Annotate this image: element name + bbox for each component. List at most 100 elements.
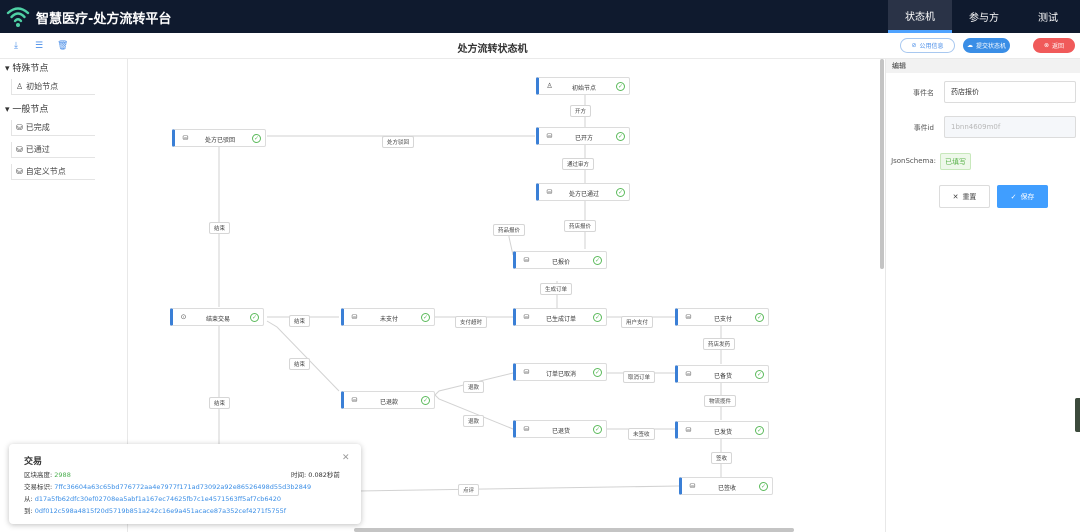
submit-state-machine-button[interactable]: ☁ 提交状态机 — [963, 38, 1010, 53]
cloud-upload-icon: ☁ — [966, 42, 973, 49]
database-icon: ⛁ — [523, 256, 530, 264]
transaction-title: 交易 — [24, 457, 43, 467]
database-icon: ⛁ — [351, 396, 358, 404]
edge-label-review[interactable]: 点评 — [458, 484, 480, 496]
node-quoted[interactable]: ⛁ 已报价 ✓ — [513, 251, 607, 269]
edge-label-pharmacy-quote[interactable]: 药店报价 — [564, 220, 597, 232]
node-initial[interactable]: ♙ 初始节点 ✓ — [536, 77, 630, 95]
edge-label-refund-1[interactable]: 退款 — [463, 381, 485, 393]
palette-completed-node[interactable]: ⛁ 已完成 — [11, 120, 95, 136]
general-nodes-title: 一般节点 — [12, 105, 49, 115]
from-row: 从: d17a5fb62dfc30ef02708ea5abf1a167ec746… — [24, 493, 281, 503]
check-circle-icon: ✓ — [593, 425, 602, 434]
tx-id-row: 交易标识: 7ffc36604a63c65bd776772aa4e7977f17… — [24, 481, 311, 491]
side-drawer-handle[interactable] — [1075, 398, 1080, 432]
from-value[interactable]: d17a5fb62dfc30ef02708ea5abf1a167ec74625f… — [35, 495, 281, 503]
check-circle-icon: ✓ — [755, 370, 764, 379]
node-received[interactable]: ⛁ 已签收 ✓ — [679, 477, 773, 495]
canvas-horizontal-scrollbar[interactable] — [354, 528, 794, 532]
tx-id-value[interactable]: 7ffc36604a63c65bd776772aa4e7977f171ad730… — [54, 483, 311, 491]
editor-toolbar: ⤓ ☰ 🗑 处方流转状态机 ⊘ 公用信息 ☁ 提交状态机 ⊗ 返回 — [0, 33, 1080, 59]
edge-label-not-received[interactable]: 未签收 — [628, 428, 655, 440]
node-opened-label: 已开方 — [574, 135, 593, 142]
edge-label-approve[interactable]: 通过审方 — [562, 158, 595, 170]
tab-state-machine[interactable]: 状态机 — [888, 0, 952, 33]
edge-label-pharmacy-stock[interactable]: 药店发药 — [703, 338, 736, 350]
tab-participants[interactable]: 参与方 — [952, 0, 1016, 33]
node-unpaid-label: 未支付 — [379, 316, 398, 323]
to-key: 到: — [24, 507, 33, 515]
edge-label-logistics[interactable]: 物流揽件 — [704, 395, 737, 407]
node-shipped[interactable]: ⛁ 已发货 ✓ — [675, 421, 769, 439]
check-circle-icon: ✓ — [755, 426, 764, 435]
node-rejected[interactable]: ⛁ 处方已驳回 ✓ — [172, 129, 266, 147]
time-value: 0.082秒前 — [308, 471, 340, 479]
node-ordered[interactable]: ⛁ 已生成订单 ✓ — [513, 308, 607, 326]
edge-label-generate-order[interactable]: 生成订单 — [540, 283, 573, 295]
edge-label-end-3[interactable]: 结束 — [289, 358, 311, 370]
public-info-button[interactable]: ⊘ 公用信息 — [900, 38, 955, 53]
node-paid[interactable]: ⛁ 已支付 ✓ — [675, 308, 769, 326]
event-name-input[interactable]: 药店报价 — [944, 81, 1076, 103]
special-nodes-header[interactable]: ▾ 特殊节点 — [5, 61, 48, 74]
check-circle-icon: ✓ — [755, 313, 764, 322]
node-cancelled[interactable]: ⛁ 订单已取消 ✓ — [513, 363, 607, 381]
edge-label-pay-timeout[interactable]: 支付超时 — [455, 316, 488, 328]
event-id-label: 事件id — [913, 124, 934, 132]
database-icon: ⛁ — [182, 134, 189, 142]
check-circle-icon: ✓ — [593, 256, 602, 265]
check-circle-icon: ✓ — [421, 313, 430, 322]
from-key: 从: — [24, 495, 33, 503]
edge-label-end-1[interactable]: 结束 — [209, 222, 231, 234]
link-icon: ⊘ — [911, 42, 917, 49]
edge-label-sign[interactable]: 签收 — [711, 452, 733, 464]
tab-test[interactable]: 测试 — [1016, 0, 1080, 33]
database-icon: ⛁ — [689, 482, 696, 490]
edge-label-drug-quote[interactable]: 药品报价 — [493, 224, 526, 236]
edit-panel-header: 编辑 — [886, 59, 1080, 73]
edge-label-user-pay[interactable]: 用户支付 — [621, 316, 654, 328]
check-icon: ✓ — [1010, 192, 1017, 201]
database-icon: ⛁ — [16, 123, 23, 132]
node-rejected-label: 处方已驳回 — [204, 137, 235, 144]
edge-label-reject[interactable]: 处方驳回 — [382, 136, 415, 148]
app-title: 智慧医疗-处方流转平台 — [36, 12, 172, 27]
edge-label-open[interactable]: 开方 — [570, 105, 592, 117]
block-height-row: 区块高度: 2988 — [24, 469, 71, 479]
canvas-vertical-scrollbar[interactable] — [880, 59, 884, 269]
reset-button[interactable]: ✕ 重置 — [939, 185, 990, 208]
general-nodes-header[interactable]: ▾ 一般节点 — [5, 102, 48, 115]
palette-passed-node[interactable]: ⛁ 已通过 — [11, 142, 95, 158]
node-cancelled-label: 订单已取消 — [545, 371, 576, 378]
palette-initial-node[interactable]: ♙ 初始节点 — [11, 79, 95, 95]
wifi-logo-icon — [6, 7, 30, 27]
node-refunded[interactable]: ⛁ 已退款 ✓ — [341, 391, 435, 409]
edit-panel: 编辑 事件名 药店报价 事件id 1bnn4609m0f JsonSchema:… — [885, 59, 1080, 532]
database-icon: ⛁ — [546, 132, 553, 140]
user-icon: ♙ — [546, 82, 553, 90]
node-approved[interactable]: ⛁ 处方已通过 ✓ — [536, 183, 630, 201]
to-value[interactable]: 0df012c598a4815f20d5719b851a242c16e9a451… — [35, 507, 286, 515]
edge-label-end-4[interactable]: 结束 — [209, 397, 231, 409]
palette-custom-node[interactable]: ⛁ 自定义节点 — [11, 164, 95, 180]
editor-title: 处方流转状态机 — [457, 44, 528, 55]
node-returned[interactable]: ⛁ 已退货 ✓ — [513, 420, 607, 438]
node-unpaid[interactable]: ⛁ 未支付 ✓ — [341, 308, 435, 326]
check-circle-icon: ✓ — [616, 82, 625, 91]
check-circle-icon: ✓ — [616, 188, 625, 197]
node-stocked-label: 已备货 — [713, 373, 732, 380]
node-stocked[interactable]: ⛁ 已备货 ✓ — [675, 365, 769, 383]
save-button[interactable]: ✓ 保存 — [997, 185, 1048, 208]
edge-label-cancel-order[interactable]: 取消订单 — [623, 371, 656, 383]
top-bar: 智慧医疗-处方流转平台 状态机 参与方 测试 — [0, 0, 1080, 33]
json-schema-status-badge[interactable]: 已填写 — [940, 153, 971, 170]
node-opened[interactable]: ⛁ 已开方 ✓ — [536, 127, 630, 145]
transaction-notification: 交易 ✕ 区块高度: 2988 时间: 0.082秒前 交易标识: 7ffc36… — [9, 444, 361, 524]
check-circle-icon: ✓ — [421, 396, 430, 405]
close-icon[interactable]: ✕ — [342, 453, 350, 463]
back-button[interactable]: ⊗ 返回 — [1033, 38, 1075, 53]
edge-label-end-2[interactable]: 结束 — [289, 315, 311, 327]
edge-label-refund-2[interactable]: 退款 — [463, 415, 485, 427]
reset-label: 重置 — [962, 192, 977, 201]
node-end[interactable]: ⊙ 结束交易 ✓ — [170, 308, 264, 326]
